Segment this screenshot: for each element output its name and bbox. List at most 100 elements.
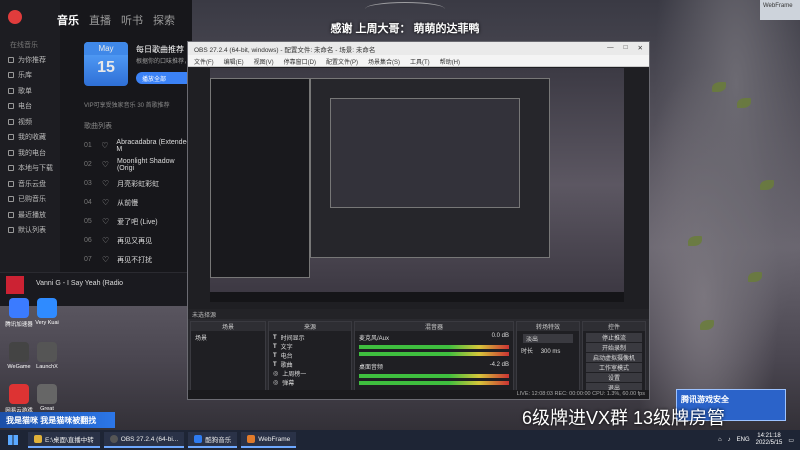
daily-card[interactable]: May 15 [84,42,128,86]
item-icon [8,149,14,156]
close-icon[interactable]: ✕ [638,44,643,53]
menu-help[interactable]: 帮助(H) [440,57,460,66]
source-item[interactable]: ◎ 上周榜一 [273,369,347,378]
song-row[interactable]: 03 ♡ 月亮彩虹彩虹 [84,174,192,193]
maximize-icon[interactable]: □ [624,44,628,53]
source-item[interactable]: ◎ 弹幕 [273,378,347,387]
sidebar-item[interactable]: 最近播放 [8,207,53,223]
obs-window: OBS 27.2.4 (64-bit, windows) - 配置文件: 未命名… [187,41,650,400]
start-recording-button[interactable]: 开始录制 [586,343,642,352]
menu-edit[interactable]: 编辑(E) [224,57,244,66]
app-icon [37,298,57,318]
desktop-icon[interactable]: Very Kuai [32,298,62,326]
heart-icon[interactable]: ♡ [102,236,109,245]
menu-profile[interactable]: 配置文件(P) [326,57,358,66]
dock-title: 混音器 [355,322,513,331]
desktop-icon[interactable]: 腾讯加速器 [4,298,34,328]
song-row[interactable]: 05 ♡ 爱了吧 (Live) [84,212,192,231]
sidebar-item[interactable]: 音乐云盘 [8,176,53,192]
heart-icon[interactable]: ♡ [102,217,109,226]
desktop-icon[interactable]: WeGame [4,342,34,370]
item-icon [8,180,14,187]
heart-icon[interactable]: ♡ [102,198,109,207]
network-icon[interactable]: ⌂ [718,437,722,443]
menu-tools[interactable]: 工具(T) [410,57,430,66]
tab-explore[interactable]: 探索 [153,12,175,28]
tab-books[interactable]: 听书 [121,12,143,28]
sidebar-item[interactable]: 为你推荐 [8,52,53,68]
volume-icon[interactable]: ♪ [728,437,731,443]
source-item[interactable]: T 时间显示 [273,333,347,343]
scene-item[interactable]: 场景 [195,333,261,342]
sidebar-item[interactable]: 视频 [8,114,53,130]
source-item[interactable]: T 文字 [273,342,347,352]
duration-input[interactable]: 300 ms [541,349,561,355]
vip-banner[interactable]: VIP可享受独家音乐 30 首歌推荐 [84,100,170,109]
webframe-desktop-icon[interactable]: WebFrame [760,0,800,20]
source-item[interactable]: T 歌曲 [273,360,347,370]
start-button[interactable] [0,430,26,450]
sidebar-heading: 在线音乐 [10,42,38,49]
desktop-icon[interactable]: 网易云游戏 [4,384,34,414]
sidebar-item[interactable]: 歌单 [8,83,53,99]
song-row[interactable]: 01 ♡ Abracadabra (Extended M [84,136,192,155]
sidebar-item[interactable]: 我的收藏 [8,130,53,146]
source-item[interactable]: T 电台 [273,351,347,361]
play-all-button[interactable]: 播放全部 [136,72,192,84]
tab-music[interactable]: 音乐 [57,12,79,28]
virtual-camera-button[interactable]: 启动虚拟摄像机 [586,353,642,362]
sidebar-item[interactable]: 我的电台 [8,145,53,161]
song-row[interactable]: 06 ♡ 再见又再见 [84,231,192,250]
volume-meter [359,352,509,356]
song-row[interactable]: 04 ♡ 从前慢 [84,193,192,212]
no-source-label: 未选择源 [192,313,217,319]
transition-select[interactable]: 淡出 [523,334,573,343]
sidebar-item[interactable]: 电台 [8,99,53,115]
heart-icon[interactable]: ♡ [102,179,109,188]
daily-day: 15 [97,59,115,76]
stop-streaming-button[interactable]: 停止推流 [586,333,642,342]
minimize-icon[interactable]: — [607,44,614,53]
desktop-icon[interactable]: Great [32,384,62,412]
notification-icon[interactable]: ▭ [788,437,794,444]
song-list-label: 歌曲列表 [84,123,112,130]
language-indicator[interactable]: ENG [737,437,750,443]
desktop-icon[interactable]: LaunchX [32,342,62,370]
volume-meter [359,381,509,385]
item-icon [8,87,14,94]
controls-dock: 控件 停止推流 开始录制 启动虚拟摄像机 工作室模式 设置 退出 [582,321,646,392]
stream-banner: 感谢 上周大哥： 萌萌的达菲鸭 [305,0,505,40]
item-icon [8,211,14,218]
taskbar-item-obs[interactable]: OBS 27.2.4 (64-bi... [103,432,185,448]
sidebar-item[interactable]: 乐库 [8,68,53,84]
heart-icon[interactable]: ♡ [102,255,109,264]
taskbar-item-webframe[interactable]: WebFrame [241,432,297,448]
tab-live[interactable]: 直播 [89,12,111,28]
wallpaper [640,0,800,420]
menu-view[interactable]: 视图(V) [254,57,274,66]
song-row[interactable]: 02 ♡ Moonlight Shadow (Origi [84,155,192,174]
settings-button[interactable]: 设置 [586,373,642,382]
item-icon [8,196,14,203]
heart-icon[interactable]: ♡ [102,160,109,169]
sidebar-item[interactable]: 已购音乐 [8,192,53,208]
heart-icon[interactable]: ♡ [101,141,108,150]
item-icon [8,134,14,141]
clock[interactable]: 14:21:18 2022/5/15 [756,433,783,447]
webframe-icon [247,435,256,443]
menu-docks[interactable]: 停靠窗口(D) [284,57,316,66]
obs-titlebar[interactable]: OBS 27.2.4 (64-bit, windows) - 配置文件: 未命名… [188,42,649,55]
taskbar-item-music[interactable]: 酷狗音乐 [188,432,238,448]
menu-file[interactable]: 文件(F) [194,57,214,66]
sources-dock: 来源 T 时间显示 T 文字 T 电台 T 歌曲 ◎ 上周榜一 ◎ 弹幕 [268,321,352,391]
menu-scene-collection[interactable]: 场景集合(S) [368,57,400,66]
sidebar-item[interactable]: 本地与下载 [8,161,53,177]
daily-title: 每日歌曲推荐 [136,45,184,54]
taskbar-item-explorer[interactable]: E:\桌面\直播中转 [28,432,100,448]
studio-mode-button[interactable]: 工作室模式 [586,363,642,372]
song-row[interactable]: 07 ♡ 再见不打扰 [84,250,192,269]
obs-title: OBS 27.2.4 (64-bit, windows) - 配置文件: 未命名… [194,47,376,54]
obs-preview[interactable] [210,68,624,302]
sidebar-item[interactable]: 默认列表 [8,223,53,239]
source-toolbar: 未选择源 [188,309,649,319]
